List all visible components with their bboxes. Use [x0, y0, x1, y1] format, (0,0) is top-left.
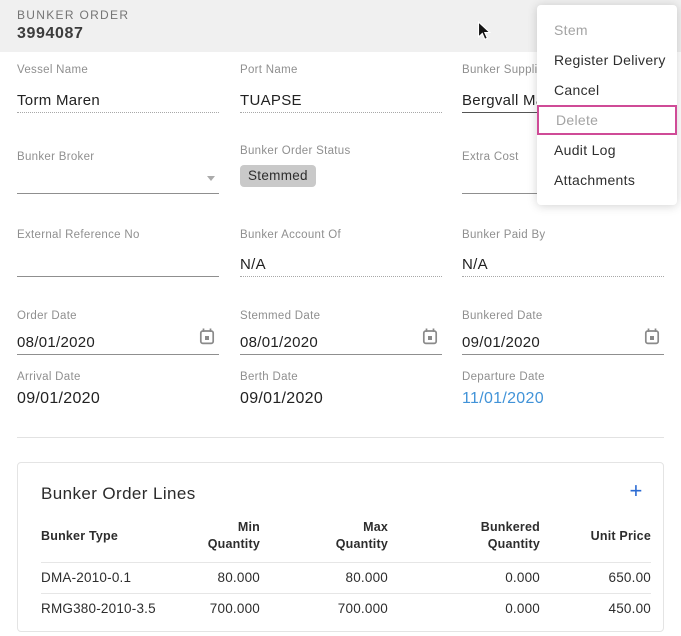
- bunker-account-of-label: Bunker Account Of: [240, 229, 442, 241]
- port-name-value[interactable]: TUAPSE: [240, 92, 442, 109]
- menu-item-attachments[interactable]: Attachments: [537, 165, 677, 195]
- menu-item-stem[interactable]: Stem: [537, 15, 677, 45]
- field-vessel-name[interactable]: Vessel Name Torm Maren: [17, 64, 219, 113]
- mouse-cursor-icon: [477, 21, 492, 47]
- field-bunkered-date[interactable]: Bunkered Date 09/01/2020: [462, 310, 664, 355]
- arrival-date-label: Arrival Date: [17, 371, 219, 383]
- order-date-value[interactable]: 08/01/2020: [17, 334, 219, 351]
- page-title: BUNKER ORDER: [17, 8, 129, 22]
- cell-bunkered-quantity: 0.000: [388, 594, 540, 625]
- bunker-broker-label: Bunker Broker: [17, 151, 219, 163]
- cell-max-quantity: 700.000: [260, 594, 388, 625]
- col-header-max-quantity: Max Quantity: [260, 519, 388, 563]
- cell-min-quantity: 80.000: [191, 563, 260, 594]
- menu-item-register-delivery[interactable]: Register Delivery: [537, 45, 677, 75]
- add-order-line-button[interactable]: +: [622, 477, 650, 505]
- stemmed-date-value[interactable]: 08/01/2020: [240, 334, 442, 351]
- field-bunker-broker[interactable]: Bunker Broker: [17, 145, 219, 194]
- table-header-row: Bunker Type Min Quantity Max Quantity Bu…: [41, 519, 651, 563]
- chevron-down-icon[interactable]: [207, 176, 215, 181]
- table-row[interactable]: DMA-2010-0.1 80.000 80.000 0.000 650.00: [41, 563, 651, 594]
- departure-date-label: Departure Date: [462, 371, 664, 383]
- col-header-bunkered-quantity: Bunkered Quantity: [388, 519, 540, 563]
- calendar-icon[interactable]: [644, 328, 660, 345]
- order-date-label: Order Date: [17, 310, 219, 322]
- field-bunker-account-of: Bunker Account Of N/A: [240, 229, 442, 277]
- cell-max-quantity: 80.000: [260, 563, 388, 594]
- departure-date-link[interactable]: 11/01/2020: [462, 390, 664, 408]
- bunker-account-of-value: N/A: [240, 256, 442, 273]
- menu-item-delete[interactable]: Delete: [537, 105, 677, 135]
- stemmed-date-label: Stemmed Date: [240, 310, 442, 322]
- external-reference-no-label: External Reference No: [17, 229, 219, 241]
- berth-date-value: 09/01/2020: [240, 390, 442, 408]
- bunker-paid-by-label: Bunker Paid By: [462, 229, 664, 241]
- table-row[interactable]: RMG380-2010-3.5 700.000 700.000 0.000 45…: [41, 594, 651, 625]
- order-lines-title: Bunker Order Lines: [41, 484, 196, 504]
- field-departure-date[interactable]: Departure Date 11/01/2020: [462, 371, 664, 411]
- status-badge: Stemmed: [240, 165, 316, 187]
- context-menu: Stem Register Delivery Cancel Delete Aud…: [537, 5, 677, 205]
- cell-bunkered-quantity: 0.000: [388, 563, 540, 594]
- calendar-icon[interactable]: [199, 328, 215, 345]
- berth-date-label: Berth Date: [240, 371, 442, 383]
- order-number: 3994087: [17, 25, 84, 43]
- cell-unit-price: 650.00: [540, 563, 651, 594]
- field-stemmed-date[interactable]: Stemmed Date 08/01/2020: [240, 310, 442, 355]
- cell-bunker-type: RMG380-2010-3.5: [41, 594, 191, 625]
- bunker-paid-by-value: N/A: [462, 256, 664, 273]
- calendar-icon[interactable]: [422, 328, 438, 345]
- plus-icon: +: [629, 478, 642, 503]
- cell-unit-price: 450.00: [540, 594, 651, 625]
- bunker-order-status-label: Bunker Order Status: [240, 145, 442, 157]
- section-divider: [17, 437, 664, 438]
- field-arrival-date: Arrival Date 09/01/2020: [17, 371, 219, 411]
- field-port-name[interactable]: Port Name TUAPSE: [240, 64, 442, 113]
- field-external-reference-no[interactable]: External Reference No: [17, 229, 219, 277]
- arrival-date-value: 09/01/2020: [17, 390, 219, 408]
- field-bunker-paid-by: Bunker Paid By N/A: [462, 229, 664, 277]
- vessel-name-label: Vessel Name: [17, 64, 219, 76]
- field-order-date[interactable]: Order Date 08/01/2020: [17, 310, 219, 355]
- bunkered-date-label: Bunkered Date: [462, 310, 664, 322]
- port-name-label: Port Name: [240, 64, 442, 76]
- field-bunker-order-status: Bunker Order Status Stemmed: [240, 145, 442, 194]
- vessel-name-value[interactable]: Torm Maren: [17, 92, 219, 109]
- menu-item-cancel[interactable]: Cancel: [537, 75, 677, 105]
- cell-bunker-type: DMA-2010-0.1: [41, 563, 191, 594]
- cell-min-quantity: 700.000: [191, 594, 260, 625]
- order-lines-card: Bunker Order Lines + Bunker Type Min Qua…: [17, 462, 664, 632]
- bunkered-date-value[interactable]: 09/01/2020: [462, 334, 664, 351]
- menu-item-audit-log[interactable]: Audit Log: [537, 135, 677, 165]
- col-header-bunker-type: Bunker Type: [41, 519, 191, 563]
- col-header-unit-price: Unit Price: [540, 519, 651, 563]
- col-header-min-quantity: Min Quantity: [191, 519, 260, 563]
- order-lines-table: Bunker Type Min Quantity Max Quantity Bu…: [41, 519, 651, 624]
- field-berth-date: Berth Date 09/01/2020: [240, 371, 442, 411]
